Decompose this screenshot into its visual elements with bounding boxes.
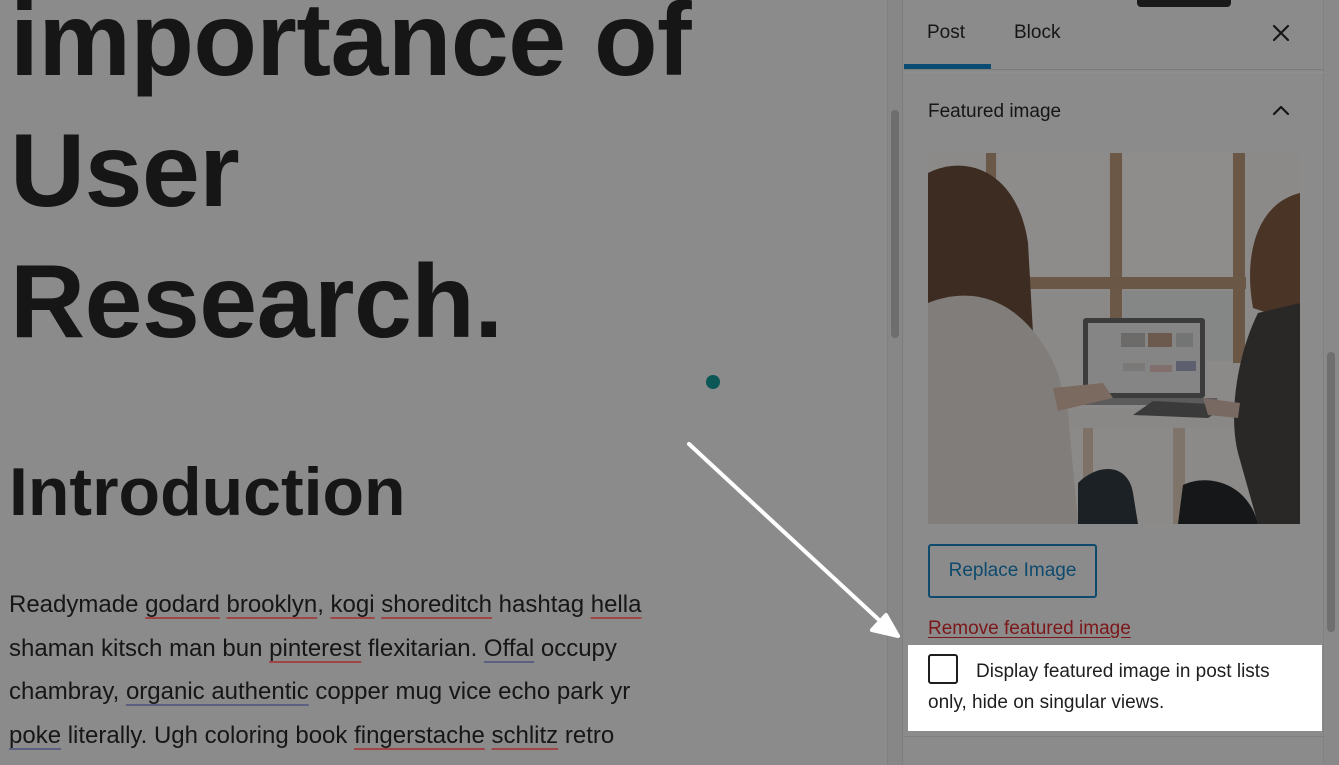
spelling-error-word[interactable]: schlitz xyxy=(492,722,559,749)
display-featured-image-checkbox[interactable] xyxy=(928,654,958,684)
grammar-suggestion-word[interactable]: Offal xyxy=(484,635,534,662)
tab-block[interactable]: Block xyxy=(1014,22,1060,44)
paragraph-text xyxy=(485,722,492,749)
paragraph-text: flexitarian. xyxy=(361,634,484,662)
featured-image-panel-header[interactable]: Featured image xyxy=(904,72,1324,148)
settings-sidebar: Post Block Featured image Replace Image … xyxy=(904,0,1324,765)
spelling-error-word[interactable]: godard xyxy=(145,591,220,618)
spelling-error-word[interactable]: kogi xyxy=(331,591,375,618)
post-title[interactable]: importance of User Research. xyxy=(10,0,692,368)
chevron-up-icon[interactable] xyxy=(1271,101,1291,119)
paragraph-text: literally. Ugh coloring book xyxy=(61,721,355,749)
sidebar-tabs: Post Block xyxy=(904,0,1324,70)
paragraph-block[interactable]: Readymade godard brooklyn, kogi shoredit… xyxy=(9,583,709,757)
tab-post[interactable]: Post xyxy=(927,22,965,44)
post-title-line: Research. xyxy=(10,244,503,360)
block-inserter-dot[interactable] xyxy=(706,375,720,389)
active-tab-indicator xyxy=(904,64,991,69)
editor-scrollbar-thumb[interactable] xyxy=(891,110,899,338)
paragraph-line: chambray, organic authentic copper mug v… xyxy=(9,670,709,714)
featured-image-photo xyxy=(928,153,1300,524)
paragraph-text: chambray, xyxy=(9,678,126,705)
sidebar-scrollbar-thumb[interactable] xyxy=(1327,352,1335,632)
paragraph-line: Readymade godard brooklyn, kogi shoredit… xyxy=(9,583,709,627)
close-sidebar-button[interactable] xyxy=(1270,22,1292,44)
spelling-error-word[interactable]: hella xyxy=(591,591,642,618)
grammar-suggestion-word[interactable]: poke xyxy=(9,722,61,749)
heading-block[interactable]: Introduction xyxy=(9,452,406,532)
spelling-error-word[interactable]: shoreditch xyxy=(381,591,492,618)
paragraph-text: Readymade xyxy=(9,591,146,618)
paragraph-text: , xyxy=(317,591,331,618)
post-title-line: importance of xyxy=(10,0,692,98)
paragraph-text: occupy xyxy=(534,634,617,662)
spelling-error-word[interactable]: brooklyn xyxy=(226,591,317,618)
paragraph-text: hashtag xyxy=(491,591,591,618)
spelling-error-word[interactable]: pinterest xyxy=(269,635,361,662)
close-icon xyxy=(1272,24,1290,42)
paragraph-line: shaman kitsch man bun pinterest flexitar… xyxy=(9,627,709,671)
spelling-error-word[interactable]: fingerstache xyxy=(354,722,485,749)
display-featured-image-label[interactable]: Display featured image in post lists onl… xyxy=(928,656,1308,718)
panel-divider xyxy=(904,736,1324,737)
paragraph-text: shaman kitsch man bun xyxy=(9,634,270,662)
post-title-line: User xyxy=(10,113,240,229)
panel-title: Featured image xyxy=(928,101,1062,122)
replace-image-button[interactable]: Replace Image xyxy=(928,544,1097,598)
grammar-suggestion-word[interactable]: organic authentic xyxy=(126,678,309,705)
paragraph-line: poke literally. Ugh coloring book finger… xyxy=(9,714,709,758)
top-toolbar-tooltip xyxy=(1137,0,1231,7)
editor-canvas[interactable]: importance of User Research. Introductio… xyxy=(0,0,888,765)
featured-image-preview[interactable] xyxy=(928,153,1300,524)
paragraph-text: copper mug vice echo park yr xyxy=(308,678,631,705)
paragraph-text: retro xyxy=(558,721,615,749)
remove-featured-image-link[interactable]: Remove featured image xyxy=(928,618,1131,640)
